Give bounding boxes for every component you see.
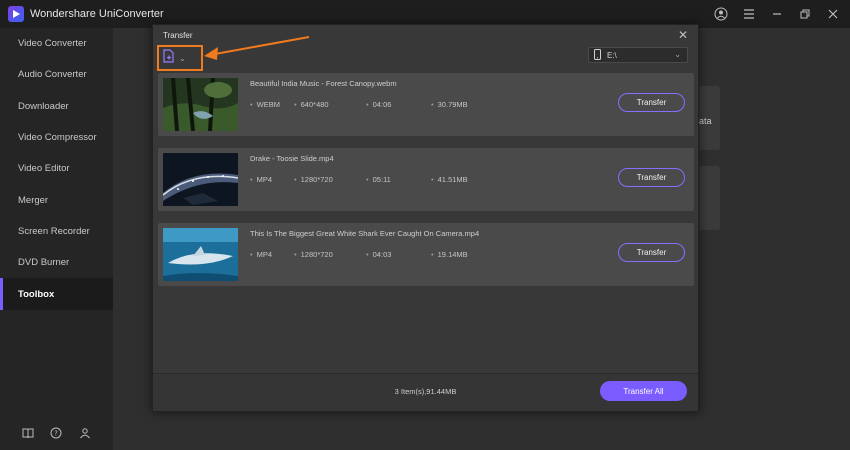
transfer-button[interactable]: Transfer [618,93,685,112]
file-size: 19.14MB [431,250,468,259]
dialog-title: Transfer [163,31,193,40]
file-resolution: 640*480 [294,100,329,109]
sidebar-item-screen-recorder[interactable]: Screen Recorder [0,216,113,247]
sidebar-item-video-compressor[interactable]: Video Compressor [0,122,113,153]
chevron-down-icon: ⌄ [674,50,681,59]
device-label: E:\ [607,50,617,60]
sidebar-footer: ? [0,426,113,440]
file-name: This Is The Biggest Great White Shark Ev… [250,229,480,238]
background-card [698,166,720,230]
file-row: This Is The Biggest Great White Shark Ev… [158,223,694,286]
file-resolution: 1280*720 [294,250,333,259]
file-row: Drake - Toosie Slide.mp4 MP4 1280*720 05… [158,148,694,211]
file-format: MP4 [250,250,272,259]
add-file-icon [163,48,175,68]
app-title: Wondershare UniConverter [30,8,164,20]
close-window-icon[interactable] [826,7,840,21]
sidebar-item-video-converter[interactable]: Video Converter [0,28,113,59]
transfer-dialog: Transfer ✕ ⌄ E:\ ⌄ Beautiful India Music… [152,24,699,412]
file-duration: 04:06 [366,100,392,109]
file-format: MP4 [250,175,272,184]
sidebar-item-audio-converter[interactable]: Audio Converter [0,59,113,90]
file-duration: 04:03 [366,250,392,259]
file-name: Beautiful India Music - Forest Canopy.we… [250,79,397,88]
account-icon[interactable] [78,426,92,440]
transfer-all-button[interactable]: Transfer All [600,381,687,401]
minimize-icon[interactable] [770,7,784,21]
menu-icon[interactable] [742,7,756,21]
sidebar-item-merger[interactable]: Merger [0,184,113,215]
background-card-text: ata [699,116,712,126]
window-controls [714,0,840,28]
transfer-button[interactable]: Transfer [618,168,685,187]
maximize-icon[interactable] [798,7,812,21]
video-thumbnail [162,153,239,206]
file-resolution: 1280*720 [294,175,333,184]
file-size: 41.51MB [431,175,468,184]
sidebar-item-video-editor[interactable]: Video Editor [0,153,113,184]
sidebar: Video Converter Audio Converter Download… [0,28,113,450]
add-file-button[interactable]: ⌄ [157,45,203,71]
dialog-footer: 3 Item(s),91.44MB Transfer All [153,373,698,411]
video-thumbnail [163,228,238,281]
file-size: 30.79MB [431,100,468,109]
svg-text:?: ? [55,430,59,438]
sidebar-item-toolbox[interactable]: Toolbox [0,278,113,310]
chevron-down-icon: ⌄ [179,53,186,63]
app-logo-icon [8,6,24,22]
file-format: WEBM [250,100,280,109]
file-row: Beautiful India Music - Forest Canopy.we… [158,73,694,136]
sidebar-item-downloader[interactable]: Downloader [0,91,113,122]
book-icon[interactable] [21,426,35,440]
help-icon[interactable]: ? [49,426,63,440]
close-icon[interactable]: ✕ [678,29,688,41]
file-duration: 05:11 [366,175,391,184]
user-icon[interactable] [714,7,728,21]
phone-icon [594,48,601,62]
device-select[interactable]: E:\ ⌄ [588,47,688,63]
video-thumbnail [163,77,238,132]
transfer-button[interactable]: Transfer [618,243,685,262]
file-name: Drake - Toosie Slide.mp4 [250,154,334,163]
sidebar-item-dvd-burner[interactable]: DVD Burner [0,247,113,278]
